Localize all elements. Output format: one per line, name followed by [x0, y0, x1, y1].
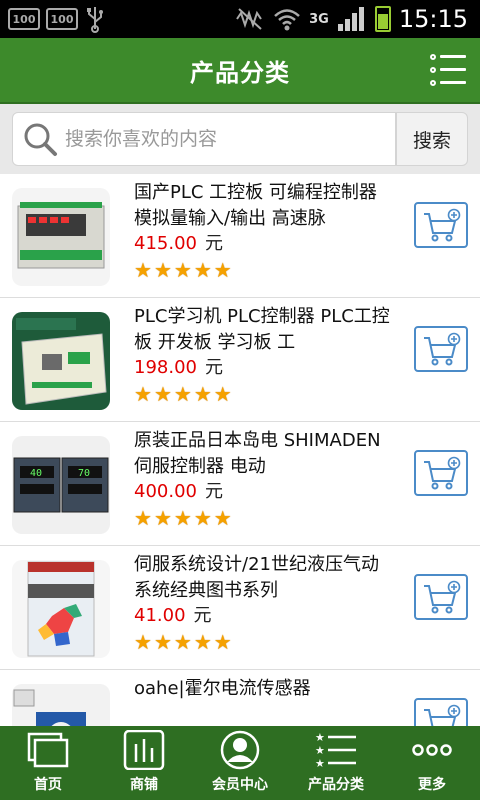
- svg-text:★: ★: [315, 744, 325, 757]
- star-icon: ★: [134, 630, 152, 654]
- nav-label: 会员中心: [212, 777, 268, 793]
- add-to-cart-button[interactable]: [414, 326, 468, 372]
- notification-badge: 100: [46, 8, 78, 30]
- search-box: [12, 112, 396, 166]
- product-title[interactable]: 原装正品日本岛电 SHIMADEN伺服控制器 电动: [134, 428, 394, 480]
- more-dots-icon: [412, 744, 452, 756]
- rating-stars: ★ ★ ★ ★ ★: [134, 508, 394, 528]
- star-icon: ★: [213, 382, 232, 406]
- currency-unit: 元: [204, 481, 223, 502]
- add-to-cart-button[interactable]: [414, 574, 468, 620]
- star-icon: ★: [153, 630, 172, 654]
- product-price: 198.00: [134, 357, 197, 378]
- category-list-icon: ★ ★ ★: [315, 731, 356, 770]
- nav-item-more[interactable]: 更多: [384, 726, 480, 800]
- svg-text:★: ★: [315, 757, 325, 770]
- signal-icon: [337, 7, 364, 31]
- star-icon: ★: [153, 382, 172, 406]
- rating-stars: ★ ★ ★ ★ ★: [134, 384, 394, 404]
- product-title[interactable]: 国产PLC 工控板 可编程控制器 模拟量输入/输出 高速脉: [134, 180, 394, 232]
- hall-sensor-image: [12, 684, 110, 726]
- star-icon: ★: [173, 630, 192, 654]
- star-icon: ★: [134, 382, 152, 406]
- star-icon: ★: [134, 258, 152, 282]
- star-icon: ★: [134, 506, 152, 530]
- add-to-cart-button[interactable]: [414, 202, 468, 248]
- list-item[interactable]: PLC学习机 PLC控制器 PLC工控板 开发板 学习板 工 198.00 元 ★…: [0, 298, 480, 422]
- product-price: 415.00: [134, 233, 197, 254]
- cart-add-icon: [424, 332, 461, 366]
- nav-label: 更多: [418, 777, 446, 793]
- list-item[interactable]: 国产PLC 工控板 可编程控制器 模拟量输入/输出 高速脉 415.00 元 ★ ★…: [0, 174, 480, 298]
- currency-unit: 元: [193, 605, 212, 626]
- app-header: 产品分类: [0, 38, 480, 104]
- star-icon: ★: [173, 382, 192, 406]
- clock: 15:15: [398, 5, 468, 33]
- cart-add-icon: [424, 580, 461, 614]
- star-icon: ★: [213, 506, 232, 530]
- shop-bars-icon: [123, 730, 165, 770]
- star-icon: ★: [173, 506, 192, 530]
- star-icon: ★: [153, 506, 172, 530]
- servo-controller-image: 40 70: [12, 436, 110, 534]
- product-list: 国产PLC 工控板 可编程控制器 模拟量输入/输出 高速脉 415.00 元 ★ ★…: [0, 174, 480, 726]
- search-input[interactable]: [59, 113, 395, 165]
- list-item[interactable]: 40 70 原装正品日本岛电 SHIMADEN伺服控制器 电动 400.00 元 …: [0, 422, 480, 546]
- notification-badge: 100: [8, 8, 40, 30]
- plc-board-image: [12, 188, 110, 286]
- nav-item-shop[interactable]: 商铺: [96, 726, 192, 800]
- network-type: 3G: [309, 11, 329, 27]
- nav-item-category[interactable]: ★ ★ ★ 产品分类: [288, 726, 384, 800]
- search-bar: 搜索: [0, 104, 480, 174]
- book-cover-image: [12, 560, 110, 658]
- nav-label: 产品分类: [308, 777, 364, 793]
- nav-item-home[interactable]: 首页: [0, 726, 96, 800]
- battery-icon: [374, 6, 391, 32]
- page-title: 产品分类: [190, 58, 290, 87]
- search-button[interactable]: 搜索: [396, 112, 468, 166]
- star-icon: ★: [193, 506, 212, 530]
- add-to-cart-button[interactable]: [414, 698, 468, 726]
- svg-text:70: 70: [78, 468, 90, 479]
- cart-add-icon: [424, 208, 461, 242]
- cart-add-icon: [424, 456, 461, 490]
- list-item[interactable]: oahe|霍尔电流传感器: [0, 670, 480, 726]
- currency-unit: 元: [204, 357, 223, 378]
- star-icon: ★: [193, 630, 212, 654]
- star-icon: ★: [193, 382, 212, 406]
- star-icon: ★: [153, 258, 172, 282]
- status-bar: 100 100 3G 15:15: [0, 0, 480, 38]
- svg-text:40: 40: [30, 468, 42, 479]
- star-icon: ★: [213, 630, 232, 654]
- usb-icon: [87, 7, 103, 33]
- star-icon: ★: [193, 258, 212, 282]
- add-to-cart-button[interactable]: [414, 450, 468, 496]
- search-icon: [21, 120, 59, 158]
- svg-text:★: ★: [315, 731, 325, 744]
- rating-stars: ★ ★ ★ ★ ★: [134, 260, 394, 280]
- wifi-icon: [274, 9, 300, 31]
- nav-label: 首页: [34, 777, 62, 793]
- nav-label: 商铺: [130, 777, 158, 793]
- product-price: 400.00: [134, 481, 197, 502]
- list-menu-icon[interactable]: [430, 54, 466, 88]
- plc-learning-board-image: [12, 312, 110, 410]
- product-price: 41.00: [134, 605, 186, 626]
- home-window-icon: [27, 732, 69, 768]
- product-title[interactable]: PLC学习机 PLC控制器 PLC工控板 开发板 学习板 工: [134, 304, 394, 356]
- star-icon: ★: [173, 258, 192, 282]
- currency-unit: 元: [204, 233, 223, 254]
- star-icon: ★: [213, 258, 232, 282]
- bottom-navigation: 首页 商铺 会员中心 ★ ★ ★ 产品分类 更多: [0, 726, 480, 800]
- cart-add-icon: [424, 704, 461, 726]
- product-title[interactable]: oahe|霍尔电流传感器: [134, 676, 394, 726]
- rating-stars: ★ ★ ★ ★ ★: [134, 632, 394, 652]
- vibrate-mute-icon: [236, 8, 262, 30]
- list-item[interactable]: 伺服系统设计/21世纪液压气动系统经典图书系列 41.00 元 ★ ★ ★ ★ ★: [0, 546, 480, 670]
- product-title[interactable]: 伺服系统设计/21世纪液压气动系统经典图书系列: [134, 552, 394, 604]
- nav-item-member[interactable]: 会员中心: [192, 726, 288, 800]
- member-avatar-icon: [220, 730, 260, 770]
